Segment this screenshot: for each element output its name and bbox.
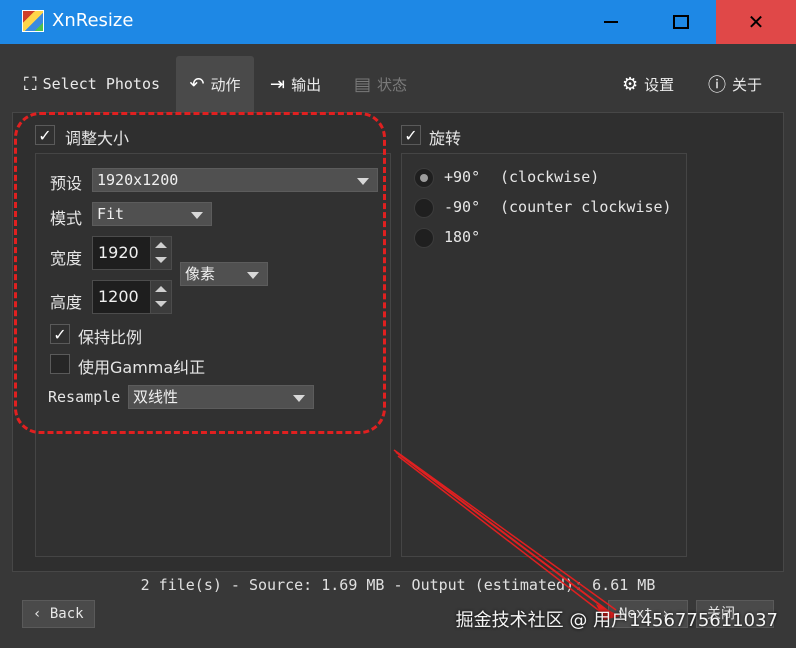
back-label: Back [49,606,84,622]
undo-arrow-icon: ↶ [189,73,205,95]
preset-value: 1920x1200 [97,171,179,189]
rotate-ccw-radio[interactable] [414,198,434,218]
keep-ratio-checkbox[interactable]: ✓ [50,324,70,344]
mode-value: Fit [97,205,125,223]
chevron-down-icon [293,395,305,402]
height-label: 高度 [50,293,83,312]
tab-label: Select Photos [42,75,161,93]
info-icon: ⓘ [708,75,726,96]
rotate-cw-desc: (clockwise) [500,168,600,186]
rotate-ccw-angle: -90° [444,198,481,216]
rotate-section-label: 旋转 [429,129,462,148]
preset-select[interactable]: 1920x1200 [92,168,378,192]
unit-value: 像素 [185,265,216,283]
rotate-pane: +90° (clockwise) -90° (counter clockwise… [401,153,687,557]
output-icon: ⇥ [270,73,286,95]
chevron-down-icon [191,212,203,219]
checkmark-icon: ✓ [53,324,67,344]
close-window-button[interactable]: ✕ [716,0,796,44]
height-spinbox[interactable]: 1200 [92,280,172,314]
maximize-button[interactable] [646,0,716,44]
gamma-checkbox[interactable] [50,354,70,374]
arrow-down-icon [155,301,167,307]
keep-ratio-label: 保持比例 [78,328,143,347]
tab-label: 输出 [291,75,322,94]
clipboard-icon: ▤ [354,73,372,95]
rotate-180-angle: 180° [444,228,481,246]
width-label: 宽度 [50,249,83,268]
gear-icon: ⚙ [622,73,639,95]
tab-actions[interactable]: ↶ 动作 [176,56,254,112]
arrow-up-icon [155,242,167,248]
gamma-label: 使用Gamma纠正 [78,358,206,377]
tab-select-photos[interactable]: ⛶ Select Photos [24,56,160,112]
minimize-icon [604,21,618,23]
tab-output[interactable]: ⇥ 输出 [270,56,321,112]
status-text: 2 file(s) - Source: 1.69 MB - Output (es… [140,576,656,594]
chevron-down-icon [247,272,259,279]
minimize-button[interactable] [576,0,646,44]
mode-select[interactable]: Fit [92,202,212,226]
chevron-down-icon [357,178,369,185]
actions-panel: ✓ 调整大小 预设 1920x1200 模式 Fit 宽度 1920 像素 高度… [12,112,784,572]
width-value: 1920 [98,243,139,262]
height-value: 1200 [98,287,139,306]
maximize-icon [673,15,689,29]
rotate-180-radio[interactable] [414,228,434,248]
resize-section-label: 调整大小 [65,129,130,148]
resample-select[interactable]: 双线性 [128,385,314,409]
tab-label: 状态 [377,75,408,94]
resample-value: 双线性 [133,388,179,406]
rotate-cw-radio[interactable] [414,168,434,188]
arrow-down-icon [155,257,167,263]
width-spinbox[interactable]: 1920 [92,236,172,270]
tab-about[interactable]: ⓘ 关于 [708,56,762,112]
tab-bar: ⛶ Select Photos ↶ 动作 ⇥ 输出 ▤ 状态 ⚙ 设置 ⓘ 关于 [12,56,784,112]
mode-label: 模式 [50,209,83,228]
height-stepper[interactable] [150,281,171,313]
width-stepper[interactable] [150,237,171,269]
select-photos-icon: ⛶ [24,73,37,95]
checkmark-icon: ✓ [404,125,418,145]
checkmark-icon: ✓ [38,125,52,145]
app-window: XnResize ✕ ⛶ Select Photos ↶ 动作 ⇥ 输出 ▤ 状… [0,0,796,648]
chevron-left-icon: ‹ [33,606,50,622]
rotate-checkbox[interactable]: ✓ [401,125,421,145]
preset-label: 预设 [50,174,83,193]
watermark: 掘金技术社区 @ 用户1456775611037 [455,610,778,631]
window-title: XnResize [52,10,134,31]
tab-settings[interactable]: ⚙ 设置 [622,56,674,112]
tab-label: 设置 [644,75,675,94]
rotate-cw-angle: +90° [444,168,481,186]
arrow-up-icon [155,286,167,292]
xnresize-logo-icon [22,10,44,32]
resample-label: Resample [48,388,121,406]
resize-pane: 预设 1920x1200 模式 Fit 宽度 1920 像素 高度 1200 ✓… [35,153,391,557]
tab-status[interactable]: ▤ 状态 [354,56,407,112]
resize-checkbox[interactable]: ✓ [35,125,55,145]
rotate-ccw-desc: (counter clockwise) [500,198,672,216]
tab-label: 动作 [210,75,241,94]
title-bar: XnResize ✕ [0,0,796,44]
tab-label: 关于 [732,75,763,94]
close-icon: ✕ [747,10,765,34]
back-button[interactable]: ‹ Back [22,600,95,628]
unit-select[interactable]: 像素 [180,262,268,286]
